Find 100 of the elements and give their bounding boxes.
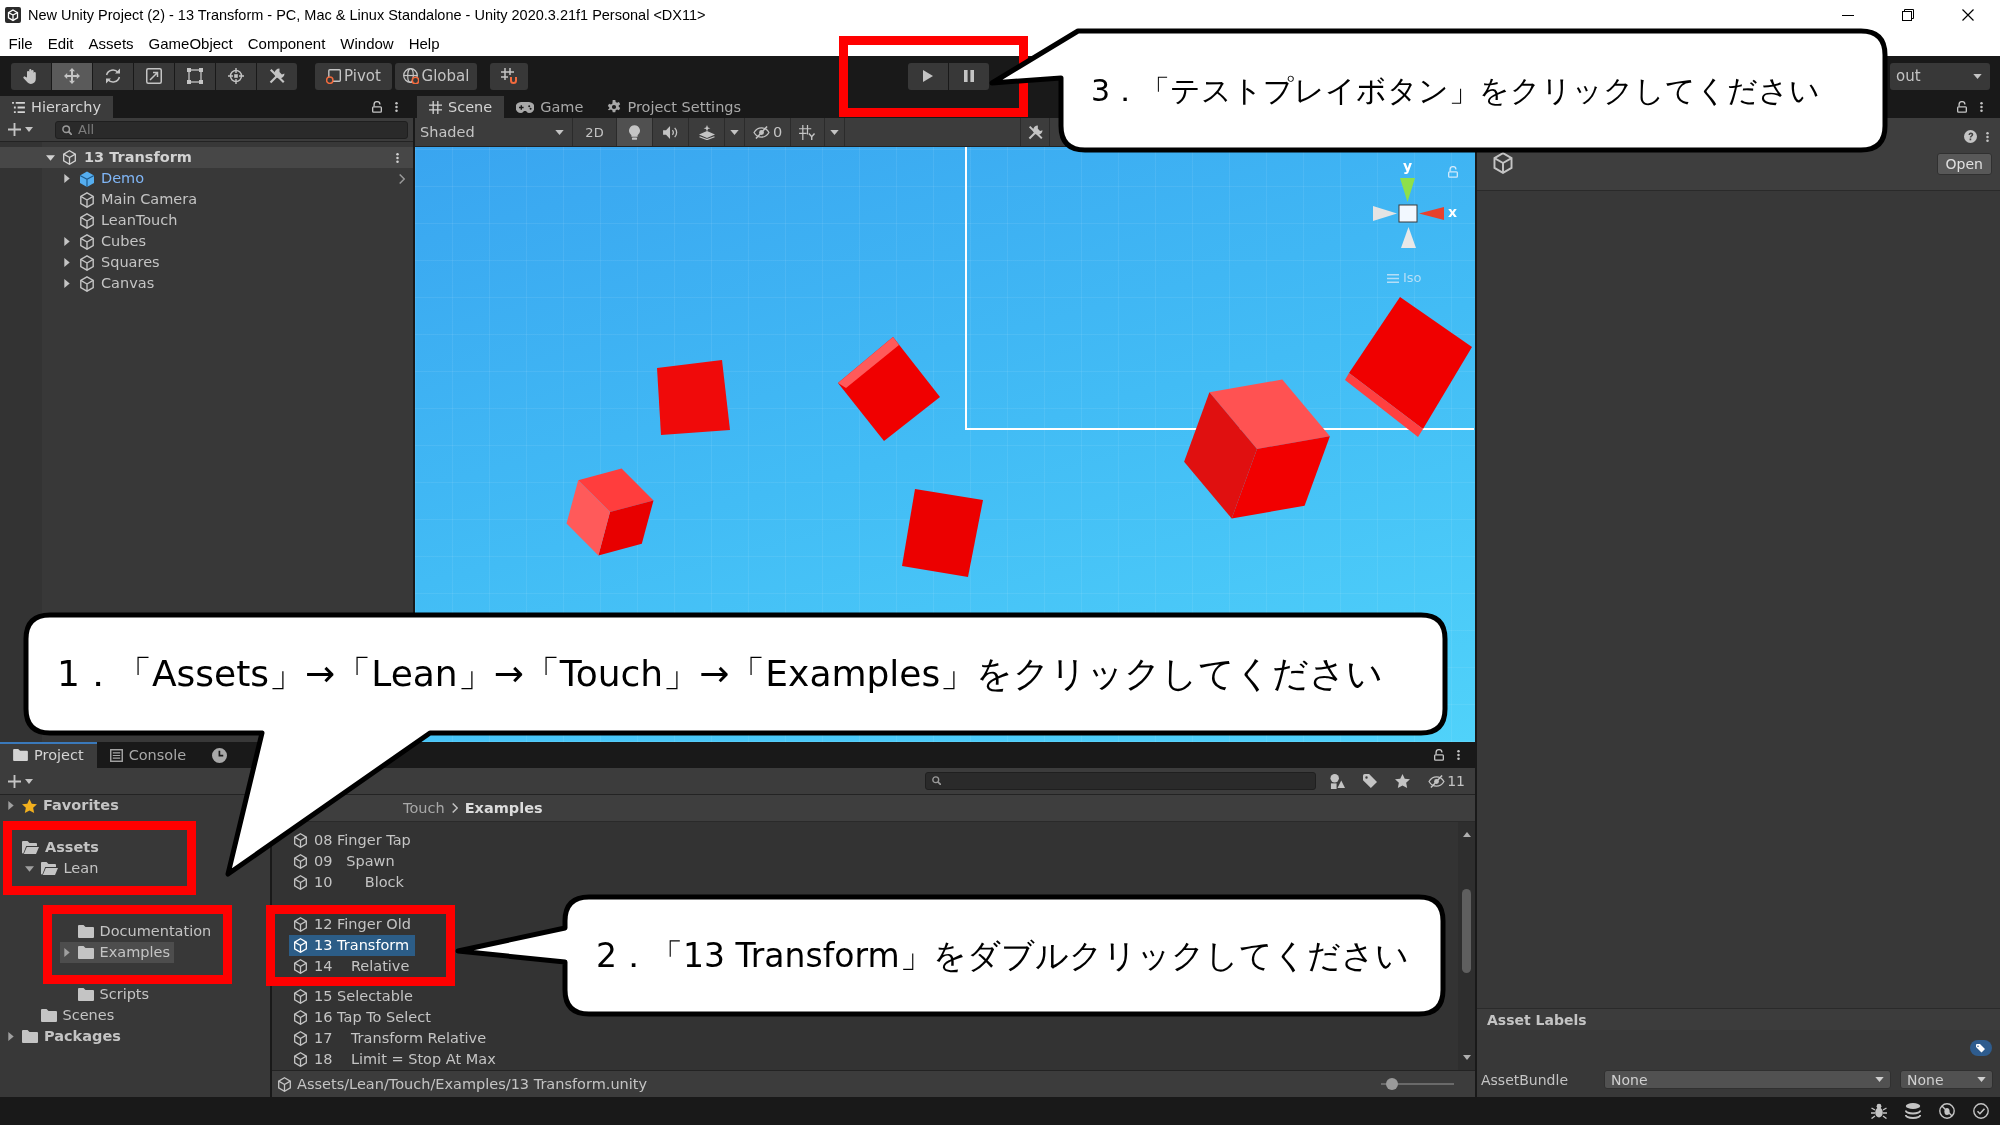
search-field[interactable] — [925, 772, 1317, 790]
close-icon[interactable] — [1962, 9, 1974, 21]
settings-tab[interactable]: Project Settings — [595, 96, 754, 118]
hierarchy-item[interactable]: Squares — [0, 252, 413, 273]
asset-item[interactable]: 16 Tap To Select — [289, 1007, 437, 1028]
tag-icon[interactable] — [1970, 1040, 1992, 1056]
menu-item[interactable]: Assets — [81, 34, 142, 52]
project-tab[interactable]: Project — [0, 742, 97, 768]
scrollbar[interactable] — [1458, 822, 1475, 1070]
console-tab[interactable]: Console — [96, 742, 200, 768]
hidden-objects-button[interactable]: 0 — [745, 118, 791, 146]
folder-item[interactable]: Scripts — [73, 984, 154, 1005]
asset-item[interactable]: 18 Limit = Stop At Max — [289, 1049, 502, 1070]
minimize-icon[interactable] — [1842, 14, 1854, 16]
menu-item[interactable]: File — [1, 34, 41, 52]
bug-icon[interactable] — [1871, 1103, 1887, 1119]
add-button[interactable] — [8, 123, 33, 136]
kebab-menu-icon[interactable] — [1980, 101, 1983, 113]
menu-item[interactable]: Edit — [40, 34, 82, 52]
breadcrumb-item[interactable]: Touch — [403, 800, 445, 816]
hierarchy-item[interactable]: Demo — [0, 168, 413, 189]
layout-dropdown[interactable]: out — [1890, 62, 1990, 90]
game-tab[interactable]: Game — [504, 96, 596, 118]
hierarchy-item[interactable]: Canvas — [0, 273, 413, 294]
chevron-right-icon[interactable] — [399, 173, 405, 184]
arrow-down-icon[interactable] — [46, 154, 55, 161]
tools-button[interactable] — [1020, 118, 1050, 146]
scroll-down-icon[interactable] — [1462, 1055, 1471, 1060]
transform-tool-button[interactable] — [216, 62, 256, 90]
lock-icon[interactable] — [372, 101, 382, 113]
shapes-icon[interactable] — [1330, 773, 1346, 789]
cube[interactable] — [1184, 379, 1330, 519]
hand-tool-button[interactable] — [11, 62, 51, 90]
hierarchy-item[interactable]: Cubes — [0, 231, 413, 252]
global-button[interactable]: Global — [395, 62, 477, 90]
tag-icon[interactable] — [1363, 774, 1378, 788]
folder-item[interactable]: Lean — [22, 858, 103, 879]
asset-item[interactable]: 08 Finger Tap — [289, 830, 417, 851]
asset-item[interactable]: 17 Transform Relative — [289, 1028, 493, 1049]
breadcrumb-item[interactable]: Examples — [464, 800, 543, 816]
asset-item[interactable]: 14 Relative — [289, 956, 416, 977]
scene-tab[interactable]: Scene — [417, 96, 505, 118]
scroll-up-icon[interactable] — [1462, 832, 1471, 837]
asset-item[interactable]: 12 Finger Old — [289, 914, 417, 935]
folder-item[interactable]: Assets — [18, 837, 103, 858]
hierarchy-item[interactable]: Main Camera — [0, 189, 413, 210]
shading-dropdown[interactable]: Shaded — [415, 118, 573, 146]
search-field[interactable]: All — [55, 120, 408, 139]
check-circle-icon[interactable] — [1973, 1103, 1989, 1119]
menu-item[interactable]: Component — [240, 34, 333, 52]
orientation-gizmo[interactable] — [1373, 178, 1444, 248]
move-tool-button[interactable] — [52, 62, 92, 90]
kebab-menu-icon[interactable] — [396, 151, 399, 164]
menu-item[interactable]: Help — [401, 34, 448, 52]
help-icon[interactable] — [1964, 130, 1977, 143]
lighting-toggle-button[interactable] — [617, 118, 653, 146]
restore-icon[interactable] — [1902, 9, 1914, 21]
asset-item[interactable]: 10 Block — [289, 872, 410, 893]
arrow-right-icon[interactable] — [8, 801, 14, 810]
hierarchy-tab[interactable]: Hierarchy — [0, 96, 114, 118]
kebab-menu-icon[interactable] — [1986, 130, 1989, 143]
arrow-right-icon[interactable] — [64, 174, 70, 183]
hierarchy-item[interactable]: LeanTouch — [0, 210, 413, 231]
visibility-button[interactable]: 11 — [1428, 773, 1465, 789]
kebab-menu-icon[interactable] — [1457, 749, 1460, 761]
folder-item[interactable]: Scenes — [36, 1005, 119, 1026]
scroll-thumb[interactable] — [1462, 889, 1471, 973]
rotate-tool-button[interactable] — [93, 62, 133, 90]
variant-dropdown[interactable]: None — [1900, 1070, 1993, 1089]
open-button[interactable]: Open — [1936, 153, 1992, 175]
kebab-menu-icon[interactable] — [395, 101, 398, 113]
folder-item[interactable]: Examples — [59, 942, 174, 963]
folder-item[interactable]: Favorites — [4, 795, 123, 816]
asset-item[interactable]: 15 Selectable — [289, 986, 419, 1007]
arrow-right-icon[interactable] — [8, 1032, 14, 1041]
slider-thumb[interactable] — [1385, 1078, 1398, 1090]
asset-bundle-dropdown[interactable]: None — [1604, 1070, 1891, 1089]
folder-item[interactable]: Documentation — [73, 921, 216, 942]
asset-item[interactable]: 09 Spawn — [289, 851, 401, 872]
rect-tool-button[interactable] — [175, 62, 215, 90]
folder-item[interactable]: Packages — [4, 1026, 125, 1047]
play-button[interactable] — [908, 62, 948, 90]
menu-item[interactable]: Window — [332, 34, 402, 52]
lock-icon[interactable] — [1434, 749, 1444, 761]
arrow-right-icon[interactable] — [64, 258, 70, 267]
menu-item[interactable]: GameObject — [141, 34, 241, 52]
lock-icon[interactable] — [1957, 101, 1967, 113]
stack-icon[interactable] — [1905, 1103, 1921, 1119]
scale-tool-button[interactable] — [134, 62, 174, 90]
arrow-right-icon[interactable] — [63, 948, 70, 957]
scene-name[interactable]: 13 Transform — [84, 150, 192, 165]
pivot-button[interactable]: Pivot — [315, 62, 392, 90]
arrow-right-icon[interactable] — [64, 237, 70, 246]
arrow-right-icon[interactable] — [64, 279, 70, 288]
custom-tool-button[interactable] — [257, 62, 297, 90]
bug-ring-icon[interactable] — [1939, 1103, 1955, 1119]
pause-button[interactable] — [949, 62, 989, 90]
grid-snap-button[interactable] — [490, 62, 528, 90]
star-icon[interactable] — [1395, 774, 1411, 788]
arrow-down-icon[interactable] — [25, 865, 34, 872]
